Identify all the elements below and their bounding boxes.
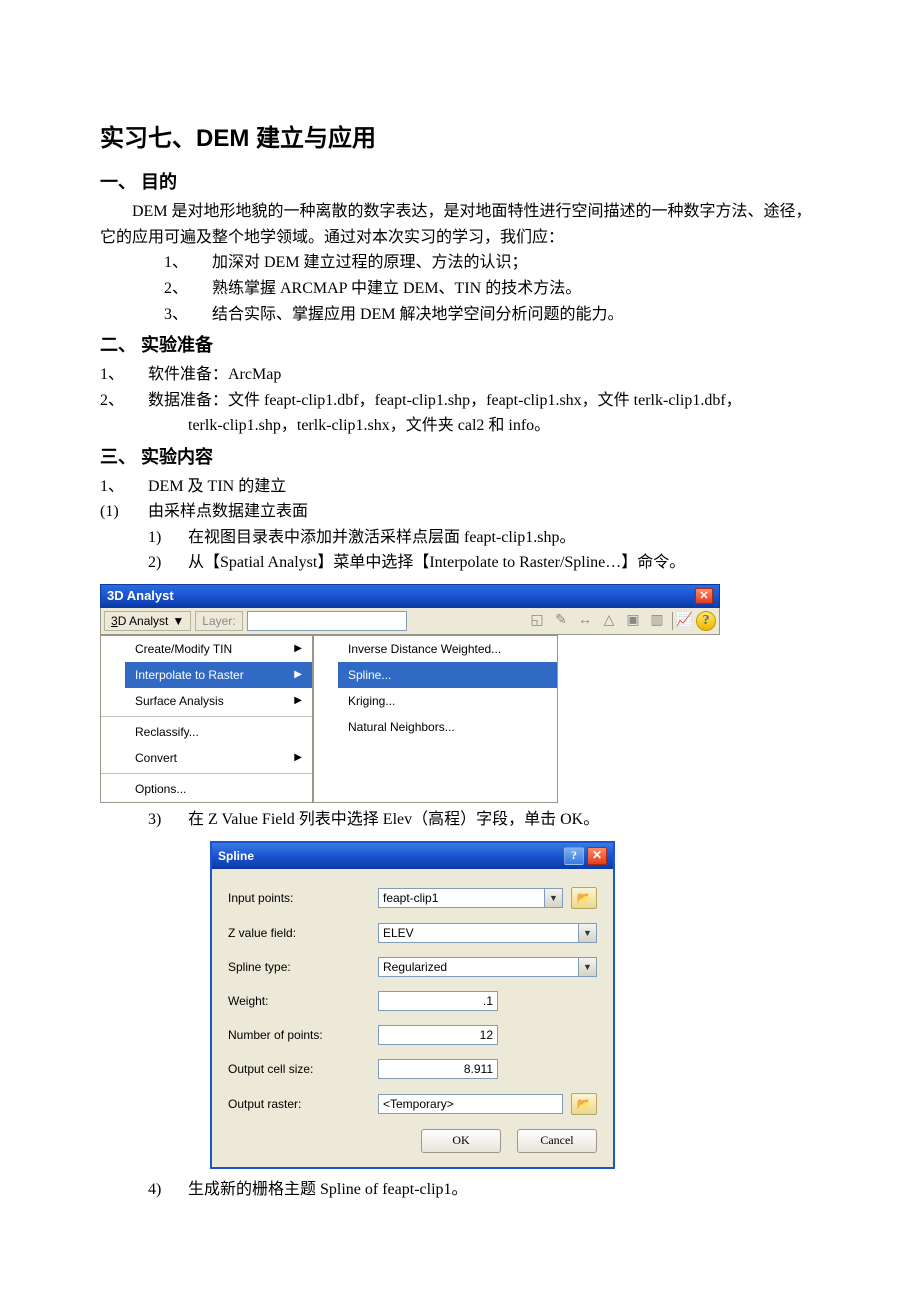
submenu-arrow-icon: ▶ xyxy=(294,695,302,706)
menu-item-spline[interactable]: Spline... xyxy=(338,662,557,688)
step-num: 1) xyxy=(148,525,188,551)
spline-dialog: Spline ? ✕ Input points: feapt-clip1 ▼ 📂… xyxy=(210,841,615,1169)
chevron-down-icon[interactable]: ▼ xyxy=(579,923,597,943)
menu-item-surface[interactable]: Surface Analysis▶ xyxy=(125,688,312,714)
s2-cont: terlk-clip1.shp，terlk-clip1.shx，文件夹 cal2… xyxy=(100,413,820,439)
label-input-points: Input points: xyxy=(228,891,378,905)
submenu-arrow-icon: ▶ xyxy=(294,669,302,680)
toolbar-title-text: 3D Analyst xyxy=(107,588,174,603)
menu-item-reclassify[interactable]: Reclassify... xyxy=(125,719,312,745)
step-num: 3) xyxy=(148,807,188,833)
s1-item-num: 1、 xyxy=(164,250,212,276)
open-folder-icon[interactable]: 📂 xyxy=(571,1093,597,1115)
analyst-menu-button[interactable]: 3D Analyst ▼ xyxy=(104,611,191,631)
layer-label: Layer: xyxy=(195,611,242,631)
ok-button[interactable]: OK xyxy=(421,1129,501,1153)
toolbar-body: 3D Analyst ▼ Layer: ◱ ✎ ↔ △ ▣ ▥ 📈 ? xyxy=(100,608,720,635)
section-1-para: DEM 是对地形地貌的一种离散的数字表达，是对地面特性进行空间描述的一种数字方法… xyxy=(100,199,820,250)
label-spline-type: Spline type: xyxy=(228,960,378,974)
analyst-screenshot: 3D Analyst ✕ 3D Analyst ▼ Layer: ◱ ✎ ↔ △ … xyxy=(100,584,720,803)
s2-num: 2、 xyxy=(100,388,148,414)
label-cellsize: Output cell size: xyxy=(228,1062,378,1076)
s3-text: DEM 及 TIN 的建立 xyxy=(148,474,286,500)
close-icon[interactable]: ✕ xyxy=(587,847,607,865)
s2-num: 1、 xyxy=(100,362,148,388)
menu-item-options[interactable]: Options... xyxy=(125,776,312,802)
tool-icon[interactable]: ▣ xyxy=(624,612,642,630)
z-value-field[interactable]: ELEV xyxy=(378,923,579,943)
npoints-field[interactable]: 12 xyxy=(378,1025,498,1045)
chevron-down-icon[interactable]: ▼ xyxy=(545,888,563,908)
tool-icon[interactable]: △ xyxy=(600,612,618,630)
dialog-help-icon[interactable]: ? xyxy=(564,847,584,865)
s2-text: 软件准备：ArcMap xyxy=(148,362,281,388)
s3-text: 由采样点数据建立表面 xyxy=(148,499,308,525)
step-text: 在视图目录表中添加并激活采样点层面 feapt-clip1.shp。 xyxy=(188,525,576,551)
spline-type-field[interactable]: Regularized xyxy=(378,957,579,977)
outraster-field[interactable]: <Temporary> xyxy=(378,1094,563,1114)
step-text: 在 Z Value Field 列表中选择 Elev（高程）字段，单击 OK。 xyxy=(188,807,599,833)
s1-item-text: 熟练掌握 ARCMAP 中建立 DEM、TIN 的技术方法。 xyxy=(212,276,581,302)
cancel-button[interactable]: Cancel xyxy=(517,1129,597,1153)
label-weight: Weight: xyxy=(228,994,378,1008)
menu-item-kriging[interactable]: Kriging... xyxy=(338,688,557,714)
menu-item-interpolate[interactable]: Interpolate to Raster▶ xyxy=(125,662,312,688)
close-icon[interactable]: ✕ xyxy=(695,588,713,604)
step-text: 生成新的栅格主题 Spline of feapt-clip1。 xyxy=(188,1177,468,1203)
input-points-field[interactable]: feapt-clip1 xyxy=(378,888,545,908)
cellsize-field[interactable]: 8.911 xyxy=(378,1059,498,1079)
tool-icon[interactable]: ✎ xyxy=(552,612,570,630)
submenu-arrow-icon: ▶ xyxy=(294,752,302,763)
tool-icon[interactable]: ▥ xyxy=(648,612,666,630)
tool-icon[interactable]: ↔ xyxy=(576,612,594,630)
submenu-arrow-icon: ▶ xyxy=(294,643,302,654)
menu-item-idw[interactable]: Inverse Distance Weighted... xyxy=(338,636,557,662)
layer-select[interactable] xyxy=(247,611,407,631)
menu-item-convert[interactable]: Convert▶ xyxy=(125,745,312,771)
section-2-head: 二、 实验准备 xyxy=(100,331,820,360)
menu-item-create-tin[interactable]: Create/Modify TIN▶ xyxy=(125,636,312,662)
chevron-down-icon[interactable]: ▼ xyxy=(579,957,597,977)
help-icon[interactable]: ? xyxy=(696,611,716,631)
section-3-head: 三、 实验内容 xyxy=(100,443,820,472)
step-num: 2) xyxy=(148,550,188,576)
open-folder-icon[interactable]: 📂 xyxy=(571,887,597,909)
s1-item-text: 加深对 DEM 建立过程的原理、方法的认识； xyxy=(212,250,528,276)
menu-left: Create/Modify TIN▶ Interpolate to Raster… xyxy=(100,635,313,803)
menu-item-natural[interactable]: Natural Neighbors... xyxy=(338,714,557,740)
tool-icon[interactable]: ◱ xyxy=(528,612,546,630)
analyst-menu-label: 3D Analyst xyxy=(111,614,168,628)
step-text: 从【Spatial Analyst】菜单中选择【Interpolate to R… xyxy=(188,550,685,576)
step-num: 4) xyxy=(148,1177,188,1203)
weight-field[interactable]: .1 xyxy=(378,991,498,1011)
tool-icon[interactable]: 📈 xyxy=(672,612,690,630)
s1-item-num: 2、 xyxy=(164,276,212,302)
dialog-titlebar: Spline ? ✕ xyxy=(212,843,613,869)
label-z-value: Z value field: xyxy=(228,926,378,940)
s3-num: 1、 xyxy=(100,474,148,500)
label-npoints: Number of points: xyxy=(228,1028,378,1042)
s3-num: (1) xyxy=(100,499,148,525)
s1-item-num: 3、 xyxy=(164,302,212,328)
chevron-down-icon: ▼ xyxy=(172,614,184,628)
page-title: 实习七、DEM 建立与应用 xyxy=(100,120,820,158)
s2-text: 数据准备：文件 feapt-clip1.dbf，feapt-clip1.shp，… xyxy=(148,388,742,414)
toolbar-titlebar: 3D Analyst ✕ xyxy=(100,584,720,608)
section-1-head: 一、 目的 xyxy=(100,168,820,197)
label-outraster: Output raster: xyxy=(228,1097,378,1111)
menu-right: Inverse Distance Weighted... Spline... K… xyxy=(313,635,558,803)
s1-item-text: 结合实际、掌握应用 DEM 解决地学空间分析问题的能力。 xyxy=(212,302,624,328)
dialog-title-text: Spline xyxy=(218,849,254,863)
